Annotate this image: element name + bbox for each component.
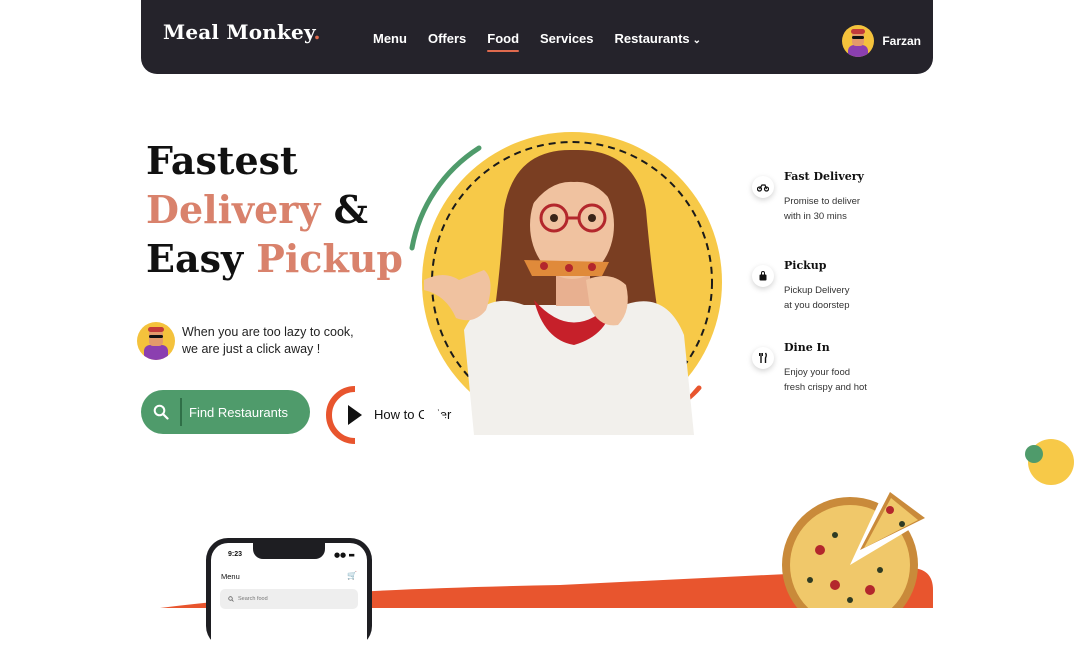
cart-icon[interactable]: 🛒 — [347, 571, 357, 580]
search-icon — [153, 404, 169, 420]
bag-icon — [752, 265, 774, 287]
headline-accent-pickup: Pickup — [256, 236, 403, 281]
find-restaurants-label: Find Restaurants — [189, 404, 288, 420]
bike-icon — [752, 176, 774, 198]
feature-desc-line-2: with in 30 mins — [784, 211, 847, 222]
fork-knife-icon — [752, 347, 774, 369]
top-navbar: Meal Monkey. Menu Offers Food Services R… — [141, 0, 933, 74]
feature-desc-line-1: Enjoy your food — [784, 367, 851, 378]
headline-easy: Easy — [146, 236, 257, 281]
nav-link-food[interactable]: Food — [487, 31, 519, 52]
user-name: Farzan — [882, 34, 921, 48]
feature-desc-line-2: fresh crispy and hot — [784, 382, 867, 393]
pizza-image — [782, 492, 925, 608]
signal-icon: ●● ▬ — [333, 551, 355, 559]
feature-desc-line-2: at you doorstep — [784, 300, 850, 311]
tagline-text: When you are too lazy to cook, we are ju… — [182, 324, 362, 358]
phone-notch — [253, 543, 325, 559]
button-divider — [180, 398, 182, 426]
nav-link-offers[interactable]: Offers — [428, 31, 466, 46]
headline-accent-delivery: Delivery — [146, 187, 321, 232]
nav-link-menu[interactable]: Menu — [373, 31, 407, 46]
phone-search-placeholder: Search food — [238, 596, 268, 602]
hero-headline: Fastest Delivery & Easy Pickup — [146, 136, 403, 283]
feature-title: Pickup — [784, 259, 827, 272]
feature-desc-line-1: Pickup Delivery — [784, 285, 850, 296]
nav-link-services[interactable]: Services — [540, 31, 594, 46]
headline-line-3: Easy Pickup — [146, 234, 403, 283]
feature-title: Fast Delivery — [784, 170, 864, 183]
tagline-block: When you are too lazy to cook, we are ju… — [137, 322, 362, 360]
user-avatar — [842, 25, 875, 57]
chevron-down-icon: ⌄ — [692, 35, 702, 46]
tagline-line-2: we are just a click away ! — [182, 342, 321, 356]
decor-green-dot — [1025, 445, 1043, 463]
feature-desc: Enjoy your food fresh crispy and hot — [784, 365, 894, 395]
feature-desc-line-1: Promise to deliver — [784, 196, 861, 207]
nav-link-restaurants-label: Restaurants — [614, 31, 690, 46]
user-menu[interactable]: Farzan — [842, 25, 921, 57]
mascot-avatar — [137, 322, 175, 360]
feature-desc: Promise to deliver with in 30 mins — [784, 194, 894, 224]
nav-links: Menu Offers Food Services Restaurants ⌄ — [373, 31, 722, 52]
brand-name: Meal Monkey — [163, 20, 314, 44]
phone-mockup: 9:23 ●● ▬ Menu 🛒 Search food — [206, 538, 372, 648]
phone-time: 9:23 — [228, 551, 243, 558]
feature-desc: Pickup Delivery at you doorstep — [784, 283, 894, 313]
nav-link-restaurants[interactable]: Restaurants ⌄ — [615, 31, 702, 46]
headline-line-2: Delivery & — [146, 185, 403, 234]
find-restaurants-button[interactable]: Find Restaurants — [141, 390, 310, 434]
headline-ampersand: & — [320, 187, 368, 232]
phone-menu-title: Menu — [221, 572, 240, 581]
search-icon — [228, 596, 234, 602]
headline-line-1: Fastest — [146, 138, 298, 183]
feature-title: Dine In — [784, 341, 830, 354]
tagline-line-1: When you are too lazy to cook, — [182, 325, 354, 339]
hero-woman-pizza-image — [409, 132, 722, 450]
phone-search-field[interactable]: Search food — [220, 589, 358, 609]
brand-dot: . — [313, 20, 321, 44]
phone-screen: 9:23 ●● ▬ Menu 🛒 Search food — [211, 543, 367, 648]
brand-logo[interactable]: Meal Monkey. — [163, 20, 321, 44]
